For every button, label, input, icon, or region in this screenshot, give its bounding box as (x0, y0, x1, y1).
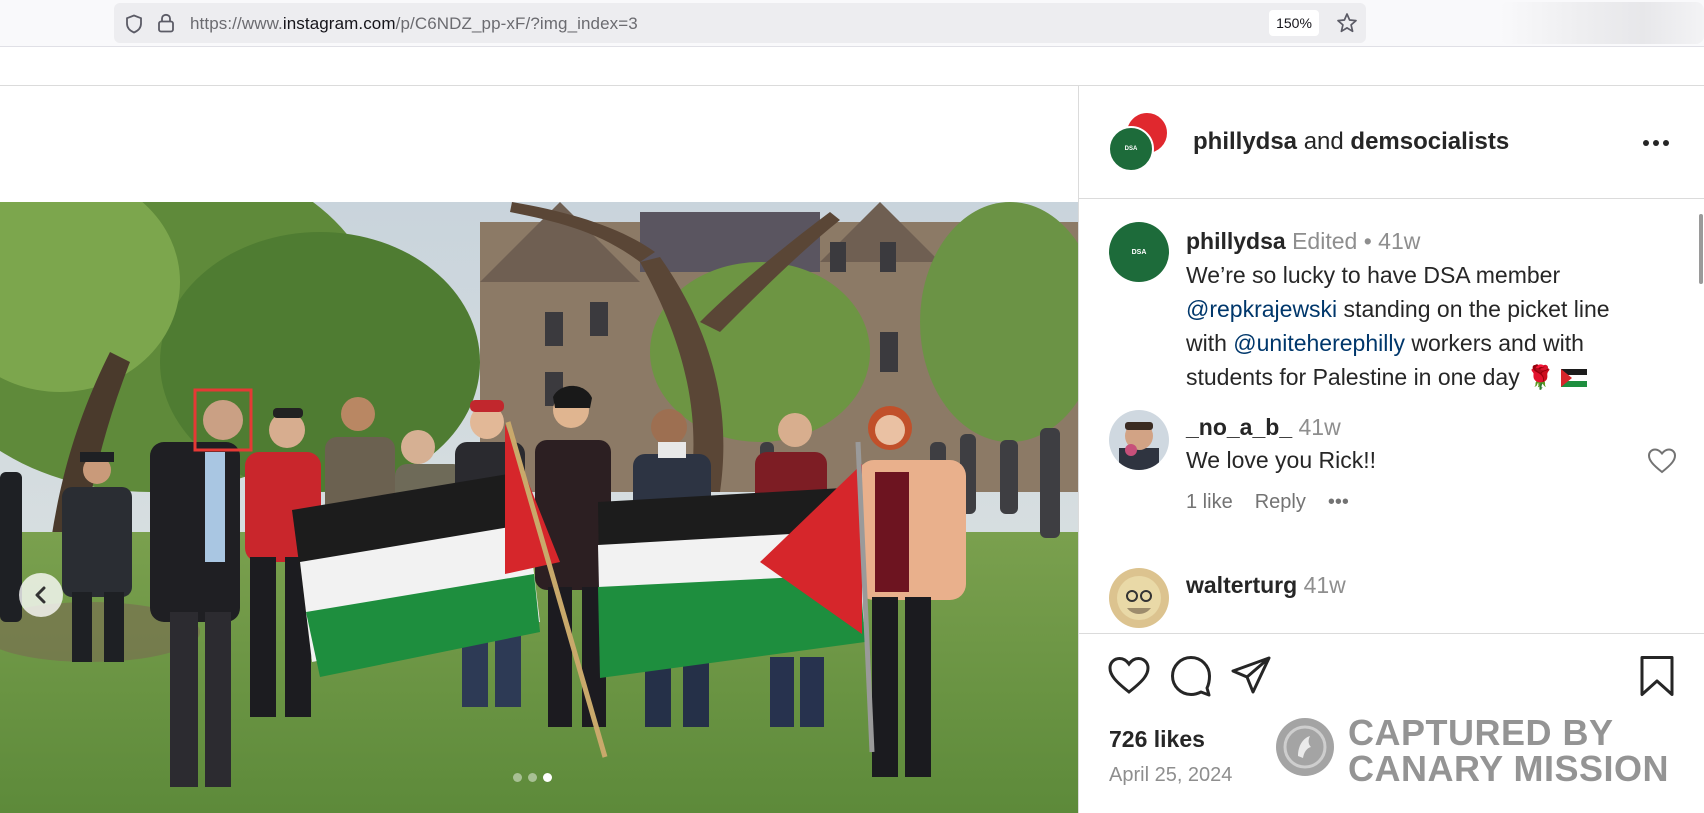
header-user-demsocialists[interactable]: demsocialists (1350, 128, 1509, 155)
comment-header: _no_a_b_ 41w (1186, 414, 1341, 441)
watermark-line-2: CANARY MISSION (1348, 748, 1670, 789)
carousel-prev-button[interactable] (19, 573, 63, 617)
protest-group-photo (0, 202, 1078, 813)
comment-username[interactable]: _no_a_b_ (1186, 414, 1292, 440)
blurred-toolbar-area (1500, 2, 1704, 44)
header-and: and (1303, 128, 1344, 155)
url-host: instagram.com (282, 14, 396, 33)
comment-like-icon[interactable] (1647, 447, 1677, 475)
carousel-dot-1[interactable] (513, 773, 522, 782)
carousel-dots (513, 773, 552, 782)
mention-repkrajewski[interactable]: @repkrajewski (1186, 296, 1337, 322)
caption-username[interactable]: phillydsa (1186, 228, 1286, 254)
caption-edited: Edited (1292, 228, 1358, 254)
watermark-line-1: CAPTURED BY (1348, 712, 1614, 753)
comment-username[interactable]: walterturg (1186, 572, 1297, 598)
comment-more-button[interactable]: ••• (1328, 491, 1349, 513)
lock-icon[interactable] (157, 13, 175, 33)
comment-age[interactable]: 41w (1299, 414, 1341, 440)
comment-bubble-icon[interactable] (1169, 654, 1213, 698)
commenter-photo (1109, 410, 1169, 470)
bird-icon (1283, 725, 1327, 769)
mention-uniteherephilly[interactable]: @uniteherephilly (1233, 330, 1405, 356)
caption-age[interactable]: 41w (1378, 228, 1420, 254)
carousel-dot-3[interactable] (543, 773, 552, 782)
canary-logo-icon (1276, 718, 1334, 776)
caption-line-2: standing on the picket line (1337, 296, 1610, 322)
comment-text: We love you Rick!! (1186, 447, 1377, 473)
url-path: /p/C6NDZ_pp-xF/?img_index=3 (395, 14, 638, 33)
caption-avatar[interactable]: DSA (1109, 222, 1169, 282)
caption-line-3-pre: with (1186, 330, 1234, 356)
shield-icon[interactable] (124, 14, 144, 34)
caption-line-4: students for Palestine in one day 🌹 (1186, 364, 1555, 390)
save-bookmark-icon[interactable] (1635, 654, 1679, 698)
post-side-panel: DSA phillydsa and demsocialists DSA phil… (1078, 86, 1704, 813)
comment-header: walterturg 41w (1186, 572, 1346, 599)
instagram-top-bar (0, 48, 1704, 86)
like-heart-icon[interactable] (1107, 654, 1151, 698)
caption-separator: • (1363, 228, 1372, 254)
url-text[interactable]: https://www.instagram.com/p/C6NDZ_pp-xF/… (190, 14, 638, 34)
watermark-text: CAPTURED BY CANARY MISSION (1348, 715, 1669, 787)
caption-line-3-post: workers and with (1404, 330, 1584, 356)
comment-age[interactable]: 41w (1304, 572, 1346, 598)
commenter-avatar[interactable] (1109, 410, 1169, 470)
commenter-photo (1109, 568, 1169, 628)
address-bar[interactable]: https://www.instagram.com/p/C6NDZ_pp-xF/… (114, 3, 1366, 43)
palestine-flag-icon (1561, 369, 1588, 387)
likes-count[interactable]: 726 likes (1109, 726, 1205, 753)
caption-line-1: We’re so lucky to have DSA member (1186, 262, 1561, 288)
post-photo[interactable] (0, 202, 1078, 813)
canary-mission-watermark: CAPTURED BY CANARY MISSION (1276, 715, 1669, 793)
chevron-left-icon (35, 586, 46, 604)
comment-reply-button[interactable]: Reply (1255, 491, 1306, 513)
post-authors: phillydsa and demsocialists (1193, 128, 1509, 156)
url-prefix: https://www. (190, 14, 283, 33)
post-media-area (0, 86, 1078, 813)
commenter-avatar[interactable] (1109, 568, 1169, 628)
share-send-icon[interactable] (1229, 654, 1273, 698)
star-icon[interactable] (1336, 12, 1358, 34)
comments-scrollbar[interactable] (1699, 214, 1703, 284)
post-date[interactable]: April 25, 2024 (1109, 764, 1232, 787)
carousel-dot-2[interactable] (528, 773, 537, 782)
comment-actions: 1 like Reply ••• (1186, 491, 1371, 514)
post-caption: phillydsa Edited • 41w We’re so lucky to… (1186, 224, 1686, 394)
zoom-level-button[interactable]: 150% (1269, 10, 1319, 36)
comment-like-count[interactable]: 1 like (1186, 491, 1233, 513)
phillydsa-avatar[interactable]: DSA (1108, 126, 1154, 172)
more-options-icon[interactable] (1639, 128, 1673, 158)
header-user-phillydsa[interactable]: phillydsa (1193, 128, 1297, 155)
post-header: DSA phillydsa and demsocialists (1079, 86, 1704, 199)
collab-avatars[interactable]: DSA (1108, 111, 1172, 173)
browser-toolbar: https://www.instagram.com/p/C6NDZ_pp-xF/… (0, 0, 1704, 47)
